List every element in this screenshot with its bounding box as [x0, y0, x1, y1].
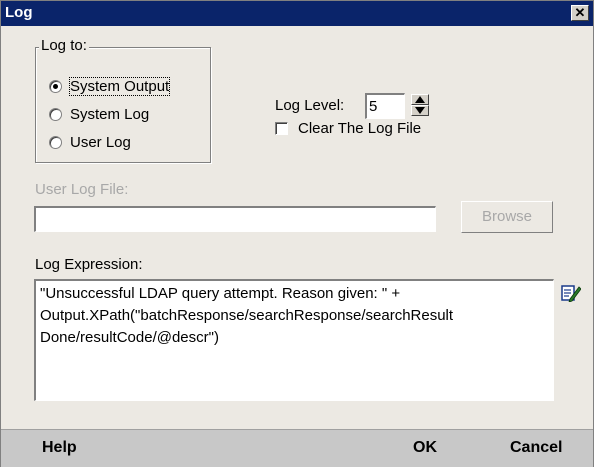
log-expression-textarea[interactable]: "Unsuccessful LDAP query attempt. Reason… [34, 279, 554, 401]
radio-button[interactable] [49, 79, 62, 93]
radio-label: System Log [70, 105, 150, 123]
clear-log-label: Clear The Log File [298, 120, 422, 137]
log-dialog: Log ✕ Log to: System Output System Log U… [0, 0, 594, 467]
browse-button[interactable]: Browse [461, 201, 553, 233]
edit-expression-icon[interactable] [561, 284, 581, 302]
spinner-down-button[interactable] [411, 105, 429, 116]
radio-button[interactable] [49, 107, 62, 121]
ok-button[interactable]: OK [413, 439, 437, 457]
dialog-footer: Help OK Cancel [1, 429, 593, 467]
dialog-title: Log [5, 4, 33, 21]
help-button[interactable]: Help [42, 439, 77, 457]
radio-button[interactable] [49, 135, 62, 149]
radio-user-log[interactable]: User Log [49, 132, 131, 152]
radio-label: System Output [68, 76, 171, 96]
close-button[interactable]: ✕ [571, 5, 589, 21]
user-log-file-input[interactable] [34, 206, 436, 232]
arrow-down-icon [415, 107, 425, 114]
log-level-label: Log Level: [275, 97, 345, 114]
log-expression-label: Log Expression: [35, 256, 143, 273]
log-to-legend: Log to: [39, 37, 89, 54]
radio-label: User Log [70, 133, 131, 151]
close-icon: ✕ [574, 5, 586, 20]
radio-system-output[interactable]: System Output [49, 76, 171, 96]
clear-log-checkbox[interactable] [275, 122, 288, 135]
log-level-input[interactable]: 5 [365, 93, 405, 119]
radio-system-log[interactable]: System Log [49, 104, 149, 124]
user-log-file-label: User Log File: [35, 181, 129, 198]
cancel-button[interactable]: Cancel [510, 439, 562, 457]
arrow-up-icon [415, 96, 425, 103]
title-bar[interactable]: Log ✕ [1, 1, 593, 26]
spinner-up-button[interactable] [411, 94, 429, 105]
